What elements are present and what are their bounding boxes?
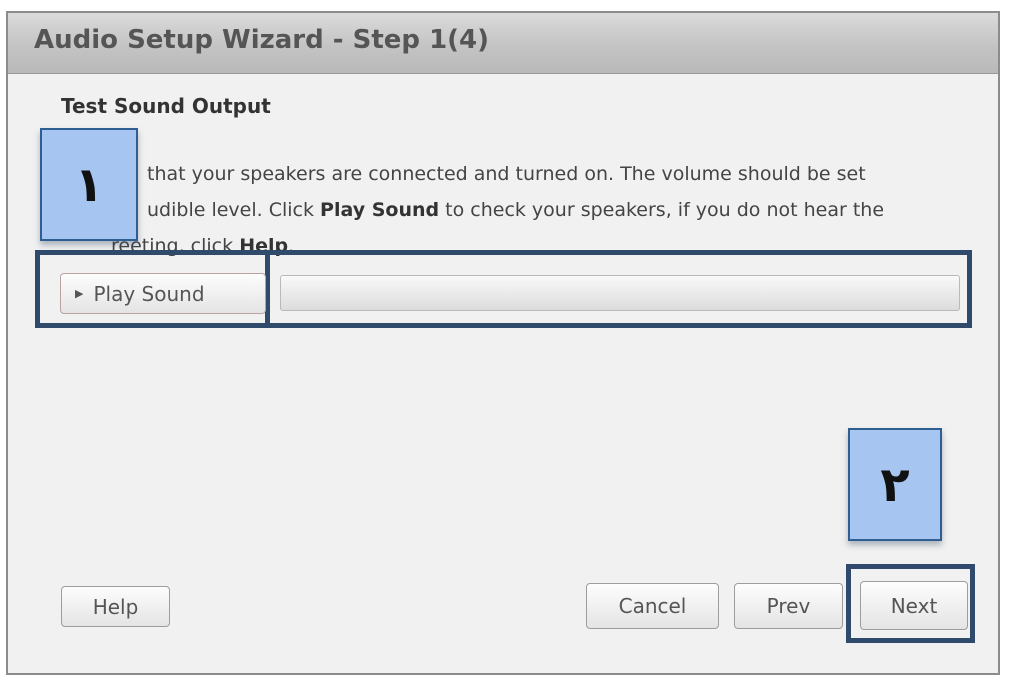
cancel-button[interactable]: Cancel: [586, 583, 719, 629]
help-button[interactable]: Help: [61, 586, 170, 627]
instructions-line-2: udible level. Click Play Sound to check …: [61, 192, 973, 228]
step-marker-1: ١: [40, 128, 138, 241]
step-marker-2: ٢: [848, 428, 942, 541]
section-heading: Test Sound Output: [61, 94, 271, 118]
window-title: Audio Setup Wizard - Step 1(4): [34, 25, 490, 55]
instructions-text-part: to check your speakers, if you do not he…: [439, 199, 885, 221]
next-button[interactable]: Next: [860, 581, 968, 630]
play-icon: ▶: [75, 287, 84, 300]
play-sound-label: Play Sound: [93, 281, 205, 306]
prev-button[interactable]: Prev: [734, 583, 843, 629]
instructions-text: that your speakers are connected and tur…: [61, 156, 973, 264]
play-sound-highlight: ▶ Play Sound: [35, 250, 972, 328]
sound-level-bar: [280, 275, 960, 311]
instructions-text-part: udible level. Click: [147, 199, 321, 221]
play-sound-emphasis: Play Sound: [320, 199, 440, 221]
play-sound-button[interactable]: ▶ Play Sound: [60, 273, 266, 314]
title-bar: Audio Setup Wizard - Step 1(4): [8, 13, 998, 74]
instructions-line-1: that your speakers are connected and tur…: [147, 163, 866, 185]
